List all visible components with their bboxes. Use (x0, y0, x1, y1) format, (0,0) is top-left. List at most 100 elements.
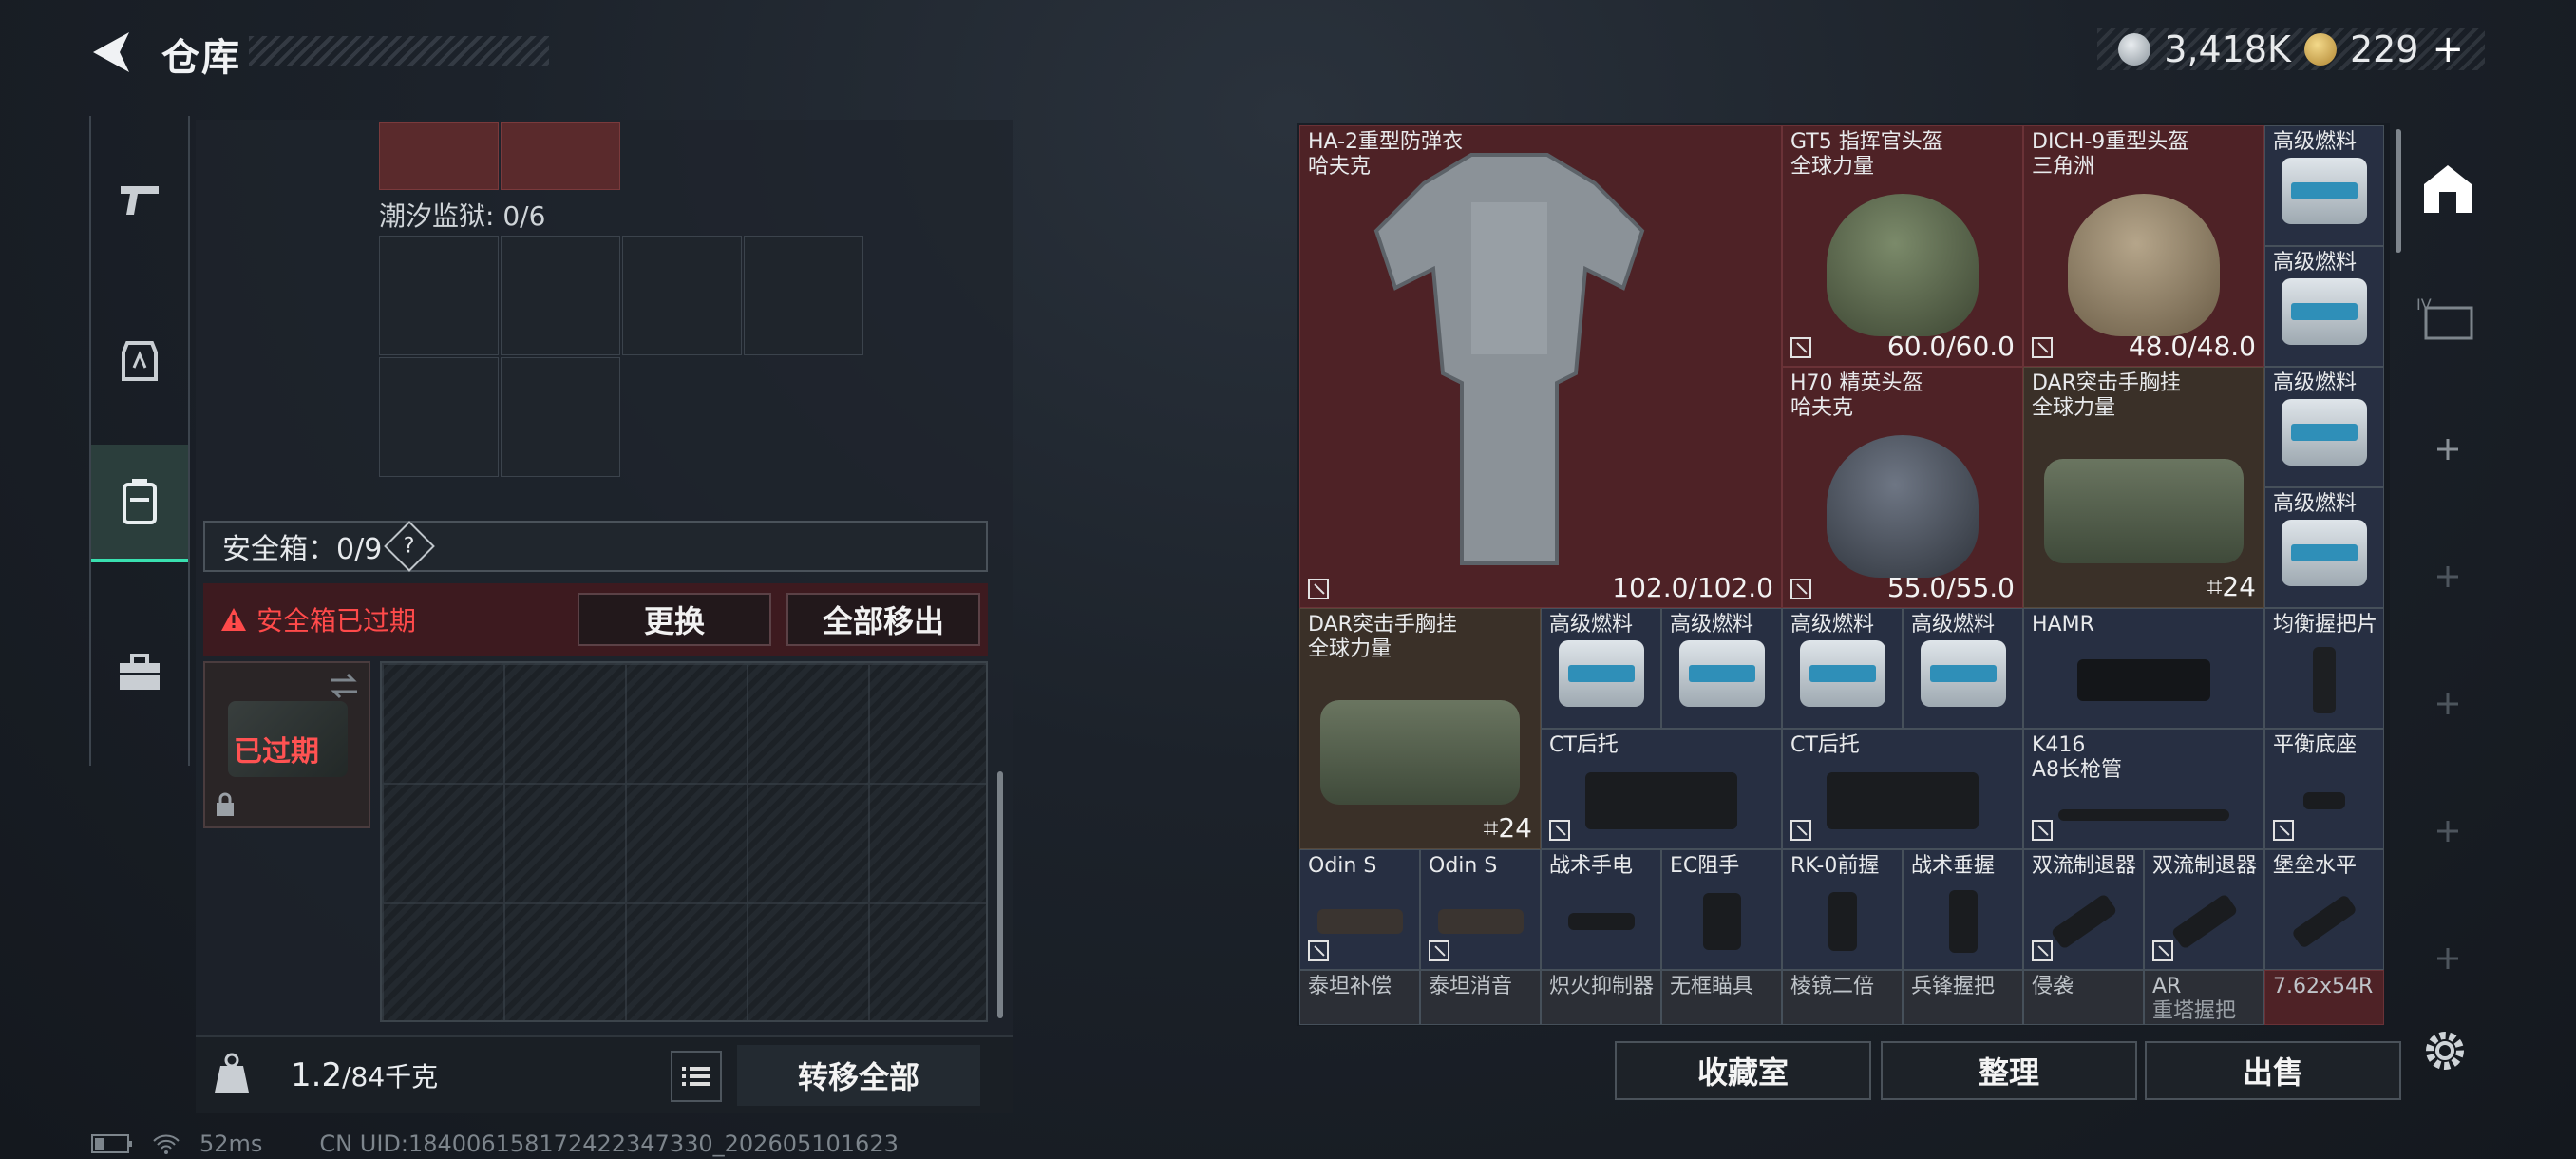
stash-item-ec[interactable]: EC阻手 (1661, 849, 1782, 970)
stash-item-ct-stock[interactable]: CT后托 (1541, 729, 1782, 849)
grid-cell[interactable] (379, 357, 499, 477)
nav-weapons[interactable] (91, 142, 188, 256)
bind-icon (1308, 940, 1329, 961)
collection-room-button[interactable]: 收藏室 (1615, 1041, 1871, 1100)
stash-home-icon[interactable] (2420, 162, 2475, 217)
top-bar: 仓库 3,418K 229 + (0, 0, 2576, 104)
stash-item-hamr[interactable]: HAMR (2023, 608, 2264, 729)
stash-item-row6[interactable]: 7.62x54R (2264, 970, 2384, 1025)
add-tab-icon[interactable] (2435, 819, 2460, 844)
lock-icon (217, 792, 234, 816)
add-tab-icon[interactable] (2435, 692, 2460, 716)
stash-item-fort-level[interactable]: 堡垒水平 (2264, 849, 2384, 970)
stock-image (1585, 772, 1737, 829)
gold-coin-icon (2303, 33, 2337, 66)
stash-item-row6[interactable]: 泰坦补偿 (1299, 970, 1420, 1025)
item-slot[interactable] (379, 122, 499, 190)
stash-item-rig[interactable]: DAR突击手胸挂 全球力量 ⌗24 (2023, 367, 2264, 608)
grid-cell[interactable] (501, 236, 620, 355)
stash-item-vest[interactable]: HA-2重型防弹衣 哈夫克 102.0/102.0 (1299, 125, 1782, 608)
sort-button[interactable]: 整理 (1881, 1041, 2137, 1100)
settings-gear-icon[interactable] (2422, 1028, 2468, 1074)
bind-icon (2273, 820, 2294, 841)
tide-grid-row2 (379, 357, 620, 477)
stash-item-row6[interactable]: 泰坦消音 (1420, 970, 1541, 1025)
grip-plate-image (2313, 647, 2336, 713)
grid-cell[interactable] (379, 236, 499, 355)
stash-item-fuel[interactable]: 高级燃料 (1903, 608, 2023, 729)
stash-item-fuel[interactable]: 高级燃料 (2264, 246, 2384, 367)
chest-rig-image (1320, 700, 1520, 806)
stash-item-balance-base[interactable]: 平衡底座 (2264, 729, 2384, 849)
status-bar: 52ms CN UID:18400615817242234733​0_20260… (91, 1130, 899, 1157)
transfer-all-button[interactable]: 转移全部 (737, 1045, 980, 1106)
stash-item-rig[interactable]: DAR突击手胸挂 全球力量 ⌗24 (1299, 608, 1541, 849)
uid-text: CN UID:18400615817242234733​0_2026051016… (319, 1130, 899, 1157)
add-tab-icon[interactable] (2435, 437, 2460, 462)
stash-item-vertical-grip[interactable]: 战术垂握 (1903, 849, 2023, 970)
add-tab-icon[interactable] (2435, 946, 2460, 971)
page-title: 仓库 (161, 36, 241, 80)
add-currency-button[interactable]: + (2432, 28, 2464, 71)
stash-item-fuel[interactable]: 高级燃料 (2264, 367, 2384, 487)
stash-item-fuel[interactable]: 高级燃料 (2264, 125, 2384, 246)
grid-cell[interactable] (501, 357, 620, 477)
muzzle-brake-image (2049, 893, 2118, 950)
secure-case-slot[interactable]: 已过期 (203, 661, 370, 828)
swap-icon[interactable] (329, 673, 359, 699)
stash-item-row6[interactable]: 无框瞄具 (1661, 970, 1782, 1025)
sell-button[interactable]: 出售 (2145, 1041, 2401, 1100)
back-arrow-icon[interactable] (87, 28, 135, 76)
stash-item-fuel[interactable]: 高级燃料 (1782, 608, 1903, 729)
grid-cell[interactable] (622, 236, 742, 355)
stash-item-helmet-h70[interactable]: H70 精英头盔 哈夫克 55.0/55.0 (1782, 367, 2023, 608)
weight-bar: 1.2/84千克 转移全部 (196, 1036, 1013, 1113)
nav-case[interactable] (91, 616, 188, 730)
bind-icon (2152, 940, 2173, 961)
stash-scrollbar[interactable] (2396, 129, 2401, 253)
stash-item-odin[interactable]: Odin S (1299, 849, 1420, 970)
stash-item-row6[interactable]: 兵锋握把 (1903, 970, 2023, 1025)
capacity-icon: ⌗ (2207, 571, 2223, 602)
stash-item-flashlight[interactable]: 战术手电 (1541, 849, 1661, 970)
level-case-icon[interactable]: IV (2416, 294, 2477, 342)
bind-icon (1549, 820, 1570, 841)
foregrip-image (1828, 892, 1857, 951)
fuel-can-image (1558, 639, 1644, 707)
stash-item-row6[interactable]: AR 重塔握把 (2144, 970, 2264, 1025)
left-scrollbar[interactable] (997, 771, 1003, 1018)
item-slot[interactable] (501, 122, 620, 190)
add-tab-icon[interactable] (2435, 564, 2460, 589)
stash-item-fuel[interactable]: 高级燃料 (1541, 608, 1661, 729)
list-view-button[interactable] (671, 1051, 722, 1102)
stash-item-dual-brake[interactable]: 双流制退器 (2144, 849, 2264, 970)
remove-all-button[interactable]: 全部移出 (786, 593, 980, 646)
replace-button[interactable]: 更换 (578, 593, 771, 646)
secure-box-label: 安全箱：0/9 (222, 533, 383, 566)
stash-item-grip-plate[interactable]: 均衡握把片 (2264, 608, 2384, 729)
stash-item-row6[interactable]: 棱镜二倍 (1782, 970, 1903, 1025)
fuel-can-image (2282, 277, 2367, 345)
nav-backpack[interactable] (91, 445, 188, 562)
bind-icon (2032, 820, 2053, 841)
weight-readout: 1.2/84千克 (291, 1056, 439, 1094)
stash-item-row6[interactable]: 炽火抑制器 (1541, 970, 1661, 1025)
grid-cell[interactable] (744, 236, 863, 355)
stash-item-odin[interactable]: Odin S (1420, 849, 1541, 970)
scope-image (2077, 659, 2210, 701)
stash-item-dual-brake[interactable]: 双流制退器 (2023, 849, 2144, 970)
stash-item-row6[interactable]: 侵袭 (2023, 970, 2144, 1025)
stash-item-fuel[interactable]: 高级燃料 (1661, 608, 1782, 729)
stash-item-k416-barrel[interactable]: K416 A8长枪管 (2023, 729, 2264, 849)
stash-item-helmet-dich9[interactable]: DICH-9重型头盔 三角洲 48.0/48.0 (2023, 125, 2264, 367)
top-item-row (379, 122, 620, 190)
help-icon[interactable]: ? (384, 521, 436, 572)
stash-item-fuel[interactable]: 高级燃料 (2264, 487, 2384, 608)
handstop-image (1702, 893, 1741, 950)
stash-item-ct-stock[interactable]: CT后托 (1782, 729, 2023, 849)
fuel-can-image (1920, 639, 2006, 707)
stash-item-rk0[interactable]: RK-0前握 (1782, 849, 1903, 970)
stash-item-helmet-gt5[interactable]: GT5 指挥官头盔 全球力量 60.0/60.0 (1782, 125, 2023, 367)
bind-icon (2032, 337, 2053, 358)
nav-armor[interactable] (91, 304, 188, 418)
